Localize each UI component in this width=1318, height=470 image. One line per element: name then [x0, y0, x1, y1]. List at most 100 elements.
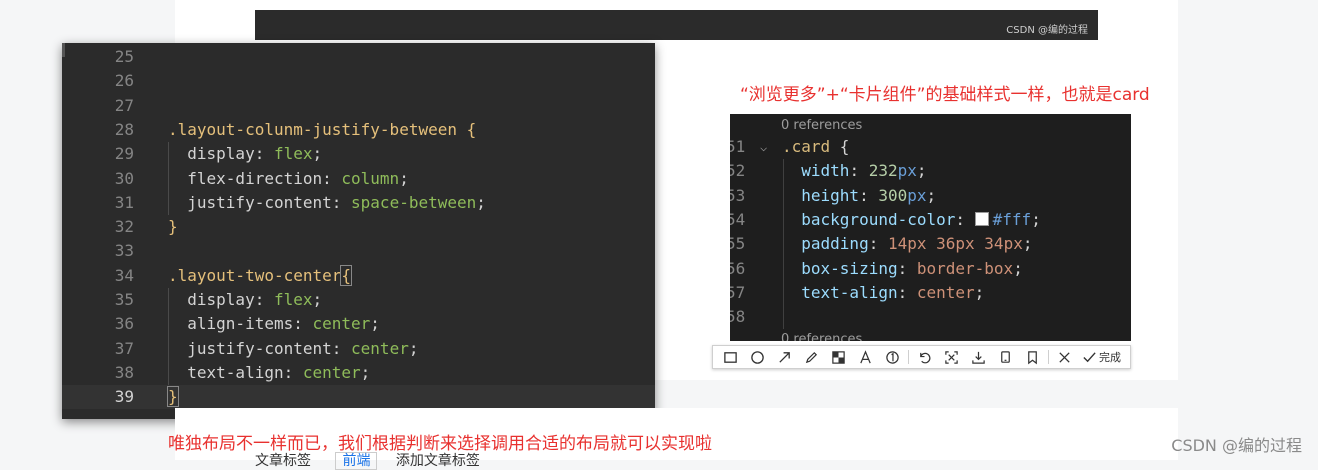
code-line: 36 align-items: center; — [62, 312, 655, 336]
open-brace: { — [830, 137, 850, 156]
line-number: 29 — [114, 144, 134, 164]
close-icon[interactable] — [1051, 346, 1078, 368]
css-property: justify-content — [187, 338, 332, 358]
code-line: 58 — [730, 305, 1131, 329]
line-number: 32 — [114, 217, 134, 237]
references-codelens[interactable]: 0 references — [781, 118, 862, 133]
css-value: border-box — [916, 258, 1014, 278]
code-text: flex-direction: column; — [187, 168, 409, 188]
undo-icon[interactable] — [911, 346, 938, 368]
line-number: 52 — [730, 161, 746, 181]
check-icon — [1083, 351, 1096, 362]
line-number: 34 — [114, 265, 134, 285]
bookmark-icon[interactable] — [1019, 346, 1046, 368]
done-button[interactable]: 完成 — [1082, 349, 1121, 365]
css-property: height — [801, 185, 860, 205]
code-text: } — [167, 385, 179, 409]
css-property: text-align — [801, 282, 898, 302]
code-text: box-sizing: border-box; — [801, 258, 1023, 278]
line-number: 53 — [730, 185, 746, 205]
code-line: 27 — [62, 94, 655, 118]
text-icon[interactable] — [852, 346, 879, 368]
ocr-icon[interactable] — [938, 346, 965, 368]
code-text: text-align: center; — [801, 282, 985, 302]
css-property: align-items — [187, 314, 294, 334]
line-number: 39 — [114, 387, 134, 407]
code-text: text-align: center; — [187, 362, 371, 382]
add-tag-button[interactable]: 添加文章标签 — [396, 453, 480, 469]
css-property: width — [801, 161, 850, 181]
css-selector: .layout-two-center — [168, 265, 342, 285]
download-icon[interactable] — [965, 346, 992, 368]
pin-icon[interactable] — [992, 346, 1019, 368]
pencil-icon[interactable] — [798, 346, 825, 368]
line-number: 54 — [730, 209, 746, 229]
open-brace: { — [340, 264, 352, 286]
code-line: 26 — [62, 69, 655, 93]
code-text: justify-content: center; — [187, 338, 419, 358]
line-number: 31 — [114, 192, 134, 212]
code-line: 53 height: 300px; — [730, 184, 1131, 208]
code-line: 56 box-sizing: border-box; — [730, 257, 1131, 281]
line-number: 27 — [114, 95, 134, 115]
css-property: display — [187, 144, 255, 164]
code-line: 28 .layout-colunm-justify-between { — [62, 118, 655, 142]
code-text: .layout-two-center{ — [168, 264, 352, 288]
css-value: center — [351, 338, 409, 358]
code-text: display: flex; — [187, 144, 323, 164]
code-line: 34 .layout-two-center{ — [62, 264, 655, 288]
line-number: 58 — [730, 307, 746, 327]
css-property: display — [187, 290, 255, 309]
close-brace: } — [168, 217, 178, 237]
code-text: .layout-colunm-justify-between { — [168, 118, 476, 142]
color-swatch — [974, 211, 989, 226]
line-number: 56 — [730, 258, 746, 278]
code-screenshot-card: 0 references 51 ⌵ .card {52 width: 232px; 5… — [730, 114, 1131, 341]
code-line: 32} — [62, 215, 655, 239]
code-line: 52 width: 232px; — [730, 159, 1131, 183]
code-line: 35 display: flex; — [62, 288, 655, 312]
code-line: 37 justify-content: center; — [62, 337, 655, 361]
css-property: padding — [801, 234, 869, 254]
code-text: .card { — [782, 135, 849, 159]
line-number: 38 — [114, 362, 134, 382]
css-value: flex — [273, 144, 313, 164]
css-value: space-between — [351, 192, 477, 212]
line-number: 26 — [114, 71, 134, 91]
code-line: 29 display: flex; — [62, 142, 655, 166]
line-number: 35 — [114, 290, 134, 309]
screenshot-toolbar: 完成 — [712, 345, 1131, 369]
line-number: 33 — [114, 241, 134, 261]
code-line: 55 padding: 14px 36px 34px; — [730, 232, 1131, 256]
code-text: height: 300px; — [801, 185, 937, 205]
chevron-down-icon[interactable]: ⌵ — [760, 135, 767, 159]
line-number: 57 — [730, 282, 746, 302]
code-line: 30 flex-direction: column; — [62, 167, 655, 191]
css-value: column — [341, 168, 400, 188]
tag-selected[interactable]: 前端 — [335, 452, 378, 470]
mosaic-icon[interactable] — [825, 346, 852, 368]
annotation-bottom: 唯独布局不一样而已，我们根据判断来选择调用合适的布局就可以实现啦 — [168, 434, 712, 454]
page-watermark: CSDN @编的过程 — [1171, 436, 1302, 455]
indent-guide — [168, 288, 169, 386]
code-text: display: flex; — [187, 290, 323, 309]
rectangle-icon[interactable] — [717, 346, 744, 368]
number-icon[interactable] — [879, 346, 906, 368]
arrow-icon[interactable] — [771, 346, 798, 368]
indent-guide — [783, 159, 784, 330]
circle-icon[interactable] — [744, 346, 771, 368]
embedded-image-top: CSDN @编的过程 — [255, 10, 1098, 40]
image-watermark: CSDN @编的过程 — [1006, 25, 1088, 36]
code-text: justify-content: space-between; — [187, 192, 486, 212]
line-number: 37 — [114, 338, 134, 358]
code-line: 33 — [62, 239, 655, 263]
line-number: 36 — [114, 314, 134, 334]
line-number: 30 — [114, 168, 134, 188]
css-property: background-color — [801, 209, 956, 229]
references-codelens-bottom[interactable]: 0 references — [781, 332, 862, 341]
close-brace: } — [167, 386, 179, 408]
css-value: center — [312, 314, 371, 334]
css-value: center — [916, 282, 975, 302]
css-selector: .layout-colunm-justify-between — [168, 119, 457, 139]
code-line: 31 justify-content: space-between; — [62, 191, 655, 215]
